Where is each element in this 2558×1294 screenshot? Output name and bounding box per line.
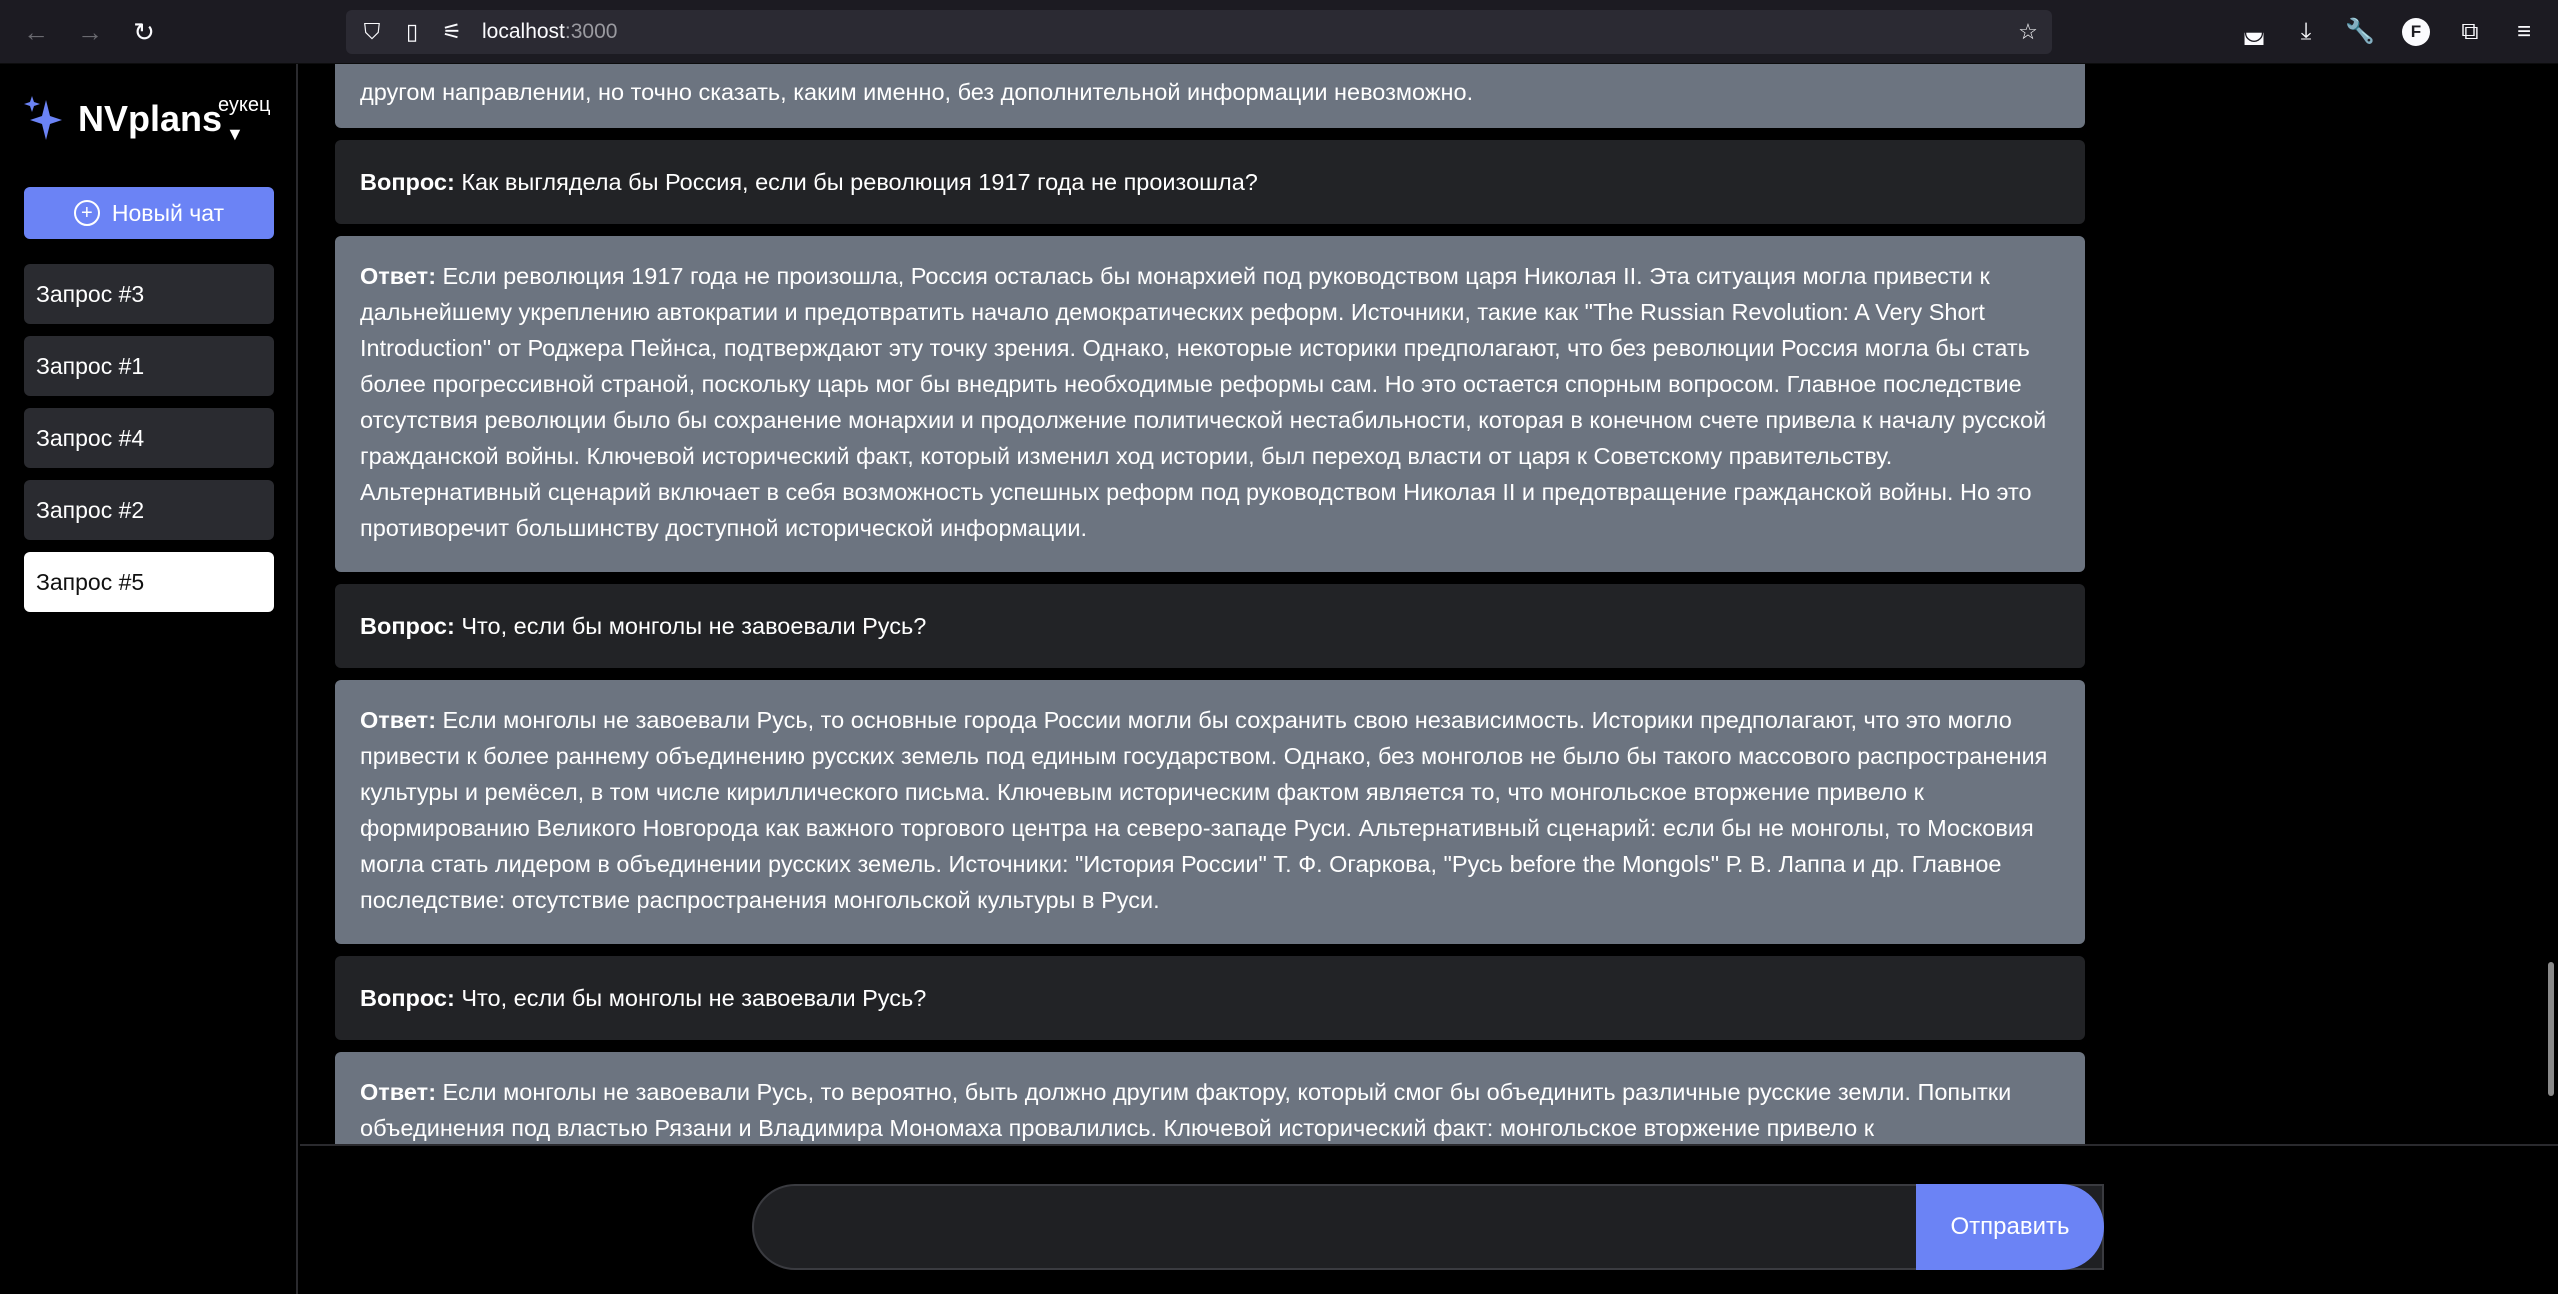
downloads-icon[interactable]: ⤓ xyxy=(2290,16,2322,48)
question-message: Вопрос: Что, если бы монголы не завоевал… xyxy=(335,584,2085,668)
request-item[interactable]: Запрос #4 xyxy=(24,408,274,468)
url-port: :3000 xyxy=(564,20,618,43)
chat-history[interactable]: другом направлении, но точно сказать, ка… xyxy=(300,64,2540,1144)
profile-avatar[interactable]: F xyxy=(2402,18,2430,46)
request-item[interactable]: Запрос #2 xyxy=(24,480,274,540)
answer-message: Ответ: Если монголы не завоевали Русь, т… xyxy=(335,1052,2085,1144)
scrollbar-thumb[interactable] xyxy=(2548,962,2554,1096)
answer-message: Ответ: Если монголы не завоевали Русь, т… xyxy=(335,680,2085,944)
question-prefix: Вопрос: xyxy=(360,985,455,1011)
answer-text: другом направлении, но точно сказать, ка… xyxy=(360,79,1474,105)
message-input-wrapper xyxy=(752,1184,2104,1270)
page-icon[interactable]: ▯ xyxy=(398,18,426,46)
menu-icon[interactable]: ≡ xyxy=(2508,16,2540,48)
url-text[interactable]: localhost:3000 xyxy=(482,20,617,44)
question-text: Что, если бы монголы не завоевали Русь? xyxy=(454,985,927,1011)
sparkle-icon xyxy=(24,96,62,140)
logo[interactable]: NVplans еукец ▼ xyxy=(24,94,294,174)
bookmark-star-icon[interactable]: ☆ xyxy=(2014,18,2042,46)
answer-text: Если монголы не завоевали Русь, то основ… xyxy=(360,707,2048,913)
answer-text: Если монголы не завоевали Русь, то вероя… xyxy=(360,1079,2012,1141)
address-bar[interactable]: ⛉ ▯ ⚟ localhost:3000 ☆ xyxy=(346,10,2052,54)
request-item[interactable]: Запрос #1 xyxy=(24,336,274,396)
answer-prefix: Ответ: xyxy=(360,1079,437,1105)
question-prefix: Вопрос: xyxy=(360,169,455,195)
request-item-active[interactable]: Запрос #5 xyxy=(24,552,274,612)
new-chat-label: Новый чат xyxy=(111,199,225,226)
back-icon[interactable]: ← xyxy=(20,16,52,48)
reload-icon[interactable]: ↻ xyxy=(128,16,160,48)
username[interactable]: еукец xyxy=(218,94,270,117)
answer-text: Если революция 1917 года не произошла, Р… xyxy=(360,263,2047,541)
question-message: Вопрос: Как выглядела бы Россия, если бы… xyxy=(335,140,2085,224)
question-text: Что, если бы монголы не завоевали Русь? xyxy=(454,613,927,639)
answer-prefix: Ответ: xyxy=(360,707,437,733)
message-input[interactable] xyxy=(754,1186,2102,1268)
extensions-icon[interactable]: ⧉ xyxy=(2454,16,2486,48)
question-message: Вопрос: Что, если бы монголы не завоевал… xyxy=(335,956,2085,1040)
permissions-icon[interactable]: ⚟ xyxy=(438,18,466,46)
composer: Отправить xyxy=(300,1144,2558,1294)
sidebar: NVplans еукец ▼ + Новый чат Запрос #3 За… xyxy=(0,64,298,1294)
new-chat-button[interactable]: + Новый чат xyxy=(24,187,274,239)
plus-circle-icon: + xyxy=(73,200,100,226)
wrench-icon[interactable]: 🔧 xyxy=(2344,16,2376,48)
shield-icon[interactable]: ⛉ xyxy=(358,18,386,46)
url-host: localhost xyxy=(482,20,565,43)
answer-message: другом направлении, но точно сказать, ка… xyxy=(335,64,2085,128)
send-button[interactable]: Отправить xyxy=(1916,1184,2104,1270)
answer-message: Ответ: Если революция 1917 года не произ… xyxy=(335,236,2085,572)
question-prefix: Вопрос: xyxy=(360,613,455,639)
answer-prefix: Ответ: xyxy=(360,263,437,289)
forward-icon[interactable]: → xyxy=(74,16,106,48)
browser-toolbar: ← → ↻ ⛉ ▯ ⚟ localhost:3000 ☆ ◛ ⤓ 🔧 F ⧉ ≡ xyxy=(0,0,2558,64)
question-text: Как выглядела бы Россия, если бы революц… xyxy=(454,169,1258,195)
request-item[interactable]: Запрос #3 xyxy=(24,264,274,324)
logo-text: NVplans xyxy=(78,98,223,139)
request-list: Запрос #3 Запрос #1 Запрос #4 Запрос #2 … xyxy=(24,264,274,624)
pocket-icon[interactable]: ◛ xyxy=(2238,16,2270,48)
user-dropdown-caret-icon[interactable]: ▼ xyxy=(226,124,244,145)
